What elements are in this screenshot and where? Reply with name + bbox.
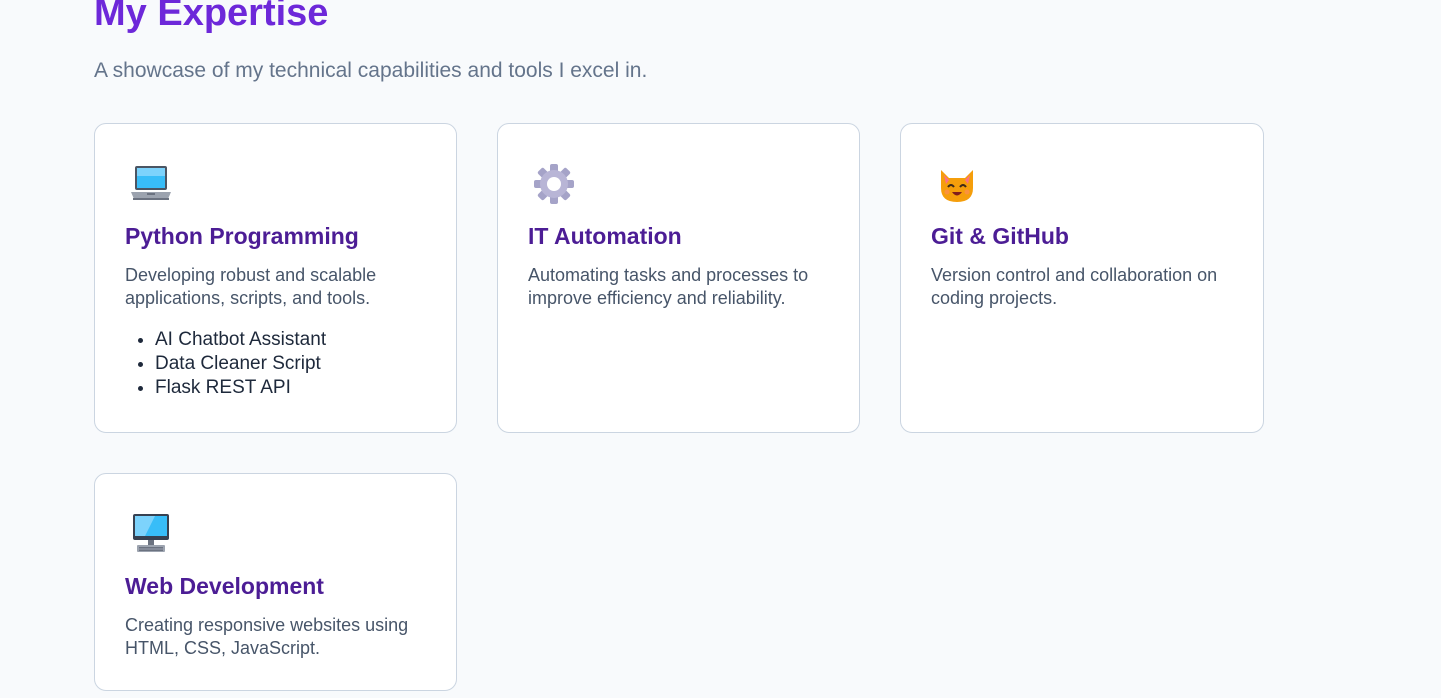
list-item: Flask REST API [155, 376, 326, 400]
card-title: IT Automation [528, 223, 682, 249]
laptop-icon [129, 162, 173, 206]
page-subtitle: A showcase of my technical capabilities … [94, 59, 648, 82]
skill-card-python: Python Programming Developing robust and… [94, 123, 457, 433]
skill-card-web: Web Development Creating responsive webs… [94, 473, 457, 691]
card-description: Version control and collaboration on cod… [931, 265, 1218, 308]
card-description: Creating responsive websites using HTML,… [125, 615, 409, 658]
page-title: My Expertise [94, 0, 329, 34]
list-item: Data Cleaner Script [155, 352, 326, 376]
card-title: Python Programming [125, 223, 359, 249]
skill-card-automation: IT Automation Automating tasks and proce… [497, 123, 860, 433]
card-description: Automating tasks and processes to improv… [528, 265, 809, 308]
expertise-section: My Expertise A showcase of my technical … [0, 0, 1441, 698]
project-list: AI Chatbot Assistant Data Cleaner Script… [125, 328, 326, 400]
card-title: Web Development [125, 573, 324, 599]
gear-icon [532, 162, 576, 206]
cat-icon [935, 162, 979, 206]
desktop-computer-icon [129, 512, 173, 556]
list-item: AI Chatbot Assistant [155, 328, 326, 352]
card-description: Developing robust and scalable applicati… [125, 265, 377, 308]
card-title: Git & GitHub [931, 223, 1069, 249]
skill-card-git: Git & GitHub Version control and collabo… [900, 123, 1264, 433]
